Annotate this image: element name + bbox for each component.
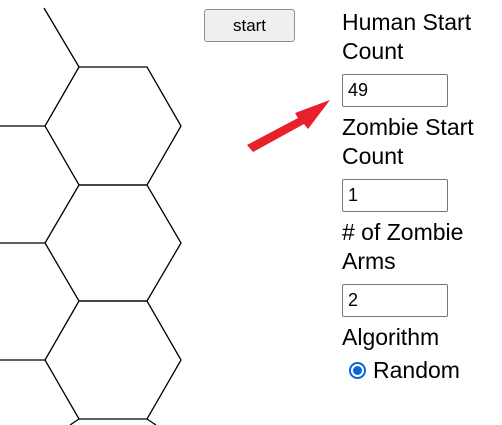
human-start-count-input[interactable] — [342, 74, 448, 107]
hex-edge — [146, 418, 157, 425]
hex-edge — [43, 7, 80, 68]
hex-edge — [69, 418, 80, 425]
zombie-start-count-input[interactable] — [342, 179, 448, 212]
radio-selected-icon[interactable] — [349, 362, 366, 379]
algorithm-option-label: Random — [373, 357, 460, 383]
human-start-count-label: Human Start Count — [342, 9, 472, 64]
algorithm-label: Algorithm — [342, 324, 440, 350]
hex-cell[interactable] — [44, 66, 182, 186]
zombie-arms-label: # of Zombie Arms — [342, 219, 464, 274]
hex-grid-board[interactable] — [0, 0, 200, 425]
radio-dot-fill — [353, 366, 362, 375]
red-arrow-icon — [247, 100, 330, 152]
hex-cell[interactable] — [44, 184, 182, 302]
start-button[interactable]: start — [204, 9, 295, 42]
zombie-start-count-label: Zombie Start Count — [342, 114, 474, 169]
algorithm-option-random[interactable]: Random — [349, 357, 502, 384]
settings-panel: Human Start Count Zombie Start Count # o… — [342, 8, 502, 384]
hex-cell[interactable] — [44, 300, 182, 420]
zombie-arms-input[interactable] — [342, 284, 448, 317]
